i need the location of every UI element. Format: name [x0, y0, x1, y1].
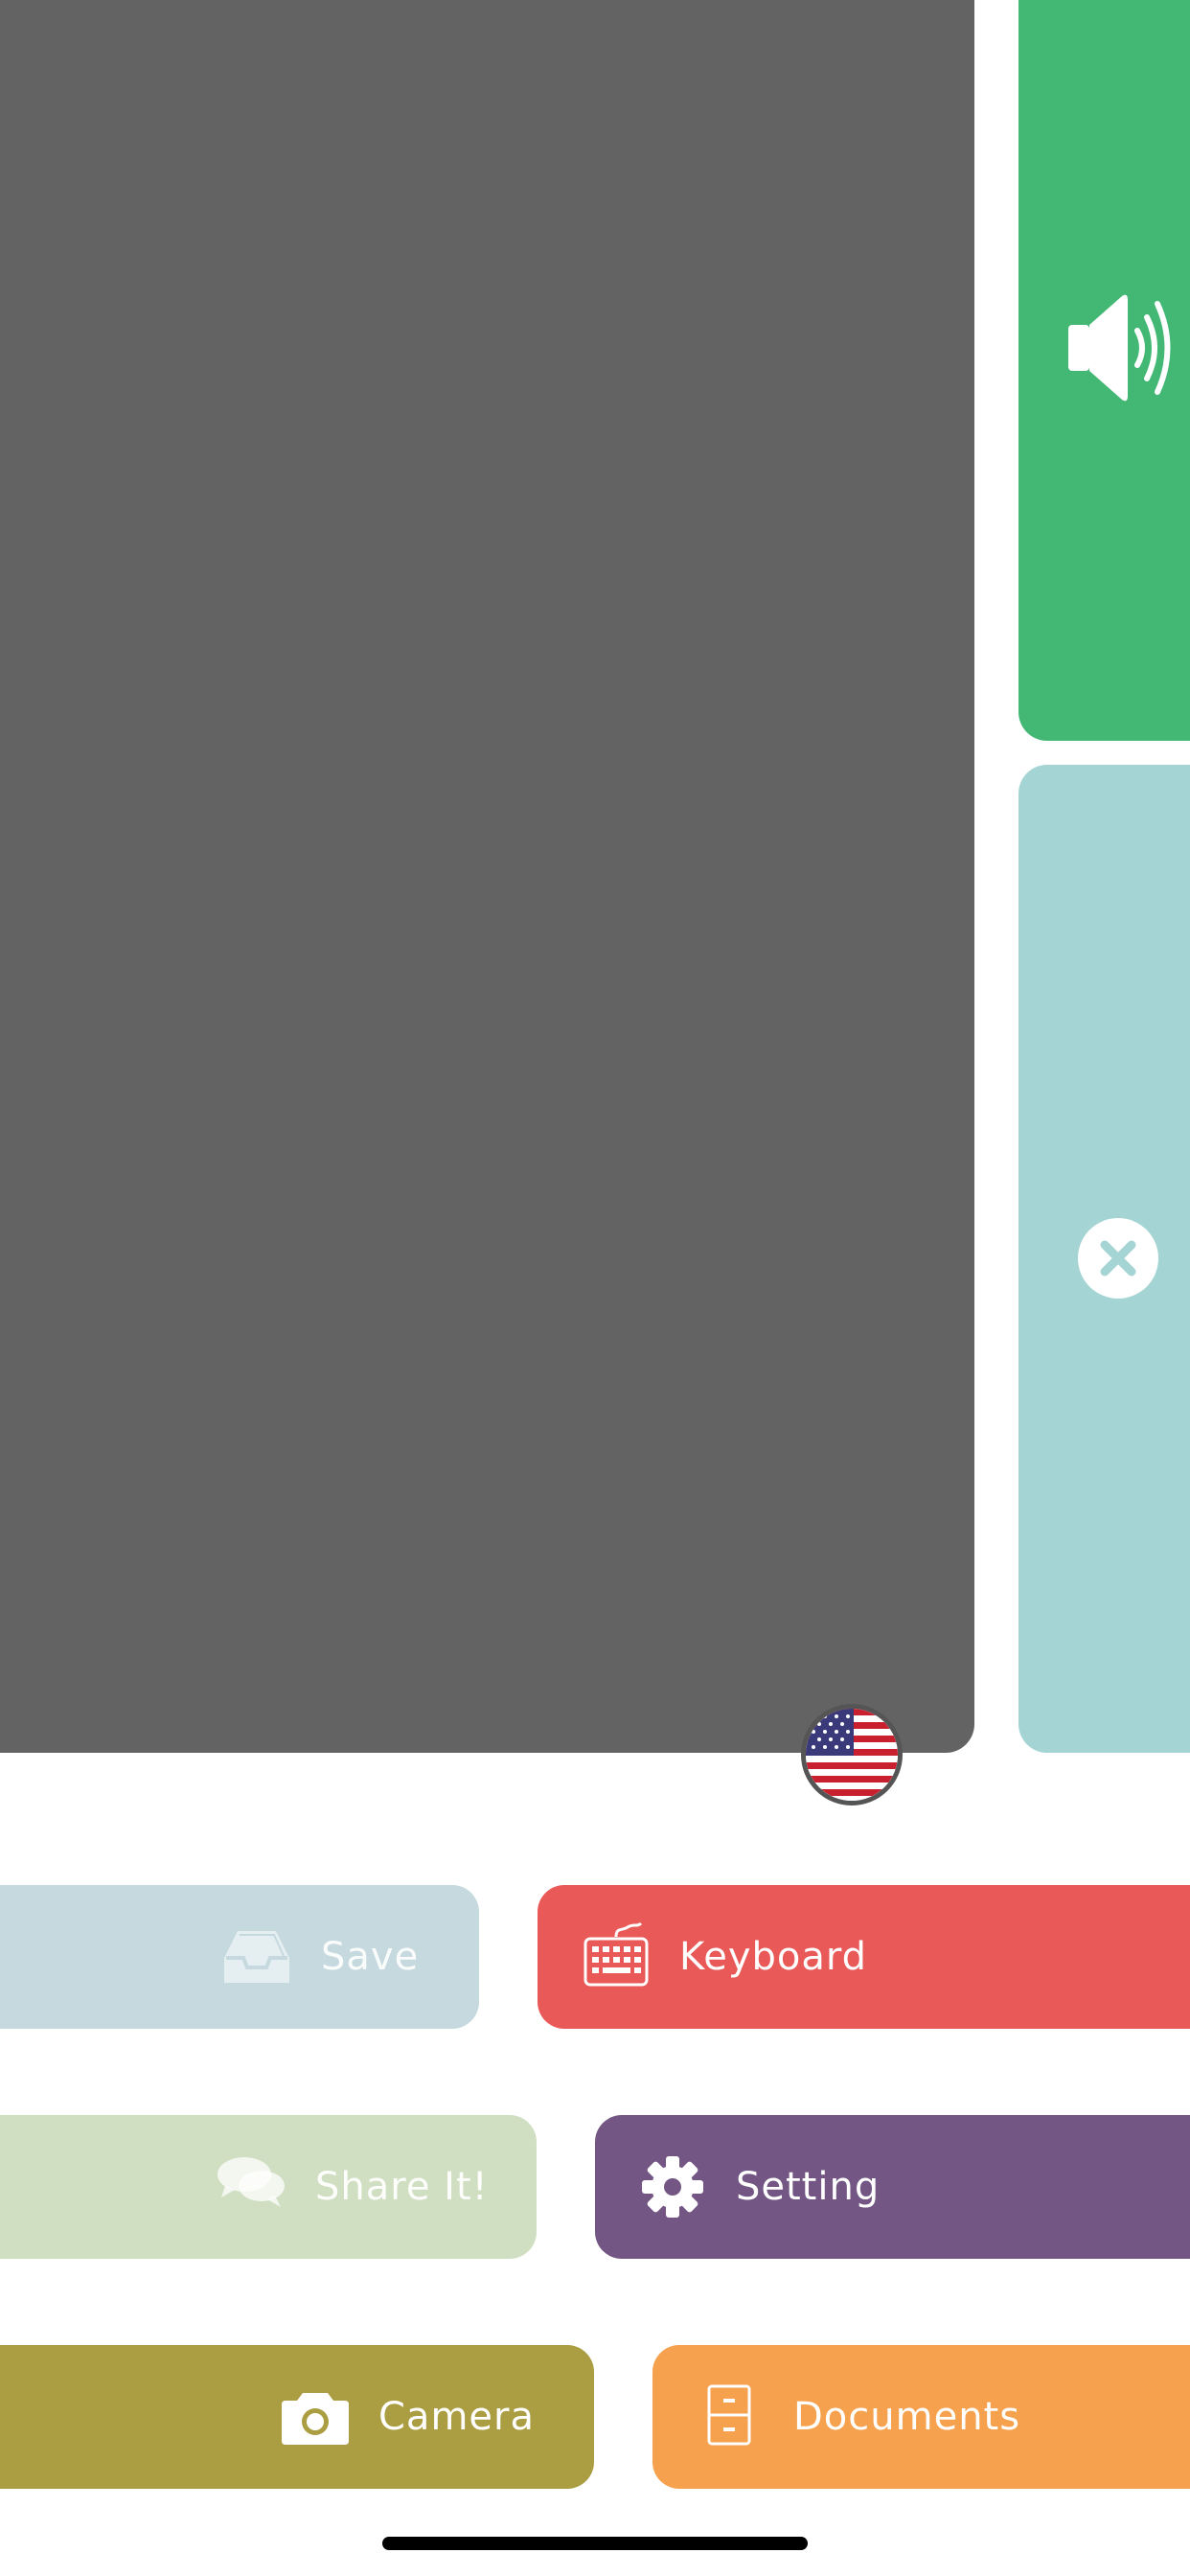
camera-button[interactable]: Camera — [0, 2345, 594, 2489]
camera-icon — [282, 2393, 349, 2445]
us-flag-icon — [806, 1709, 898, 1801]
chat-bubbles-icon — [217, 2157, 285, 2207]
save-label: Save — [321, 1935, 420, 1979]
keyboard-label: Keyboard — [679, 1935, 868, 1979]
setting-label: Setting — [736, 2165, 881, 2209]
documents-button[interactable]: Documents — [652, 2345, 1190, 2489]
app-screen: Save Keyboard Share It! Setting Camera D… — [0, 0, 1190, 2576]
language-flag-button[interactable] — [801, 1704, 903, 1806]
home-indicator[interactable] — [382, 2537, 808, 2550]
inbox-tray-icon — [224, 1931, 289, 1983]
gear-icon — [642, 2156, 703, 2218]
clear-button[interactable] — [1018, 765, 1190, 1753]
camera-label: Camera — [378, 2395, 535, 2439]
speak-button[interactable] — [1018, 0, 1190, 741]
speaker-volume-icon — [1068, 294, 1171, 402]
keyboard-button[interactable]: Keyboard — [538, 1885, 1190, 2029]
share-label: Share It! — [315, 2165, 489, 2209]
setting-button[interactable]: Setting — [595, 2115, 1190, 2259]
file-cabinet-icon — [707, 2384, 751, 2446]
keyboard-icon — [584, 1921, 649, 1987]
close-circle-icon — [1078, 1218, 1158, 1299]
save-button[interactable]: Save — [0, 1885, 479, 2029]
share-button[interactable]: Share It! — [0, 2115, 537, 2259]
text-display-area[interactable] — [0, 0, 974, 1753]
documents-label: Documents — [793, 2395, 1021, 2439]
